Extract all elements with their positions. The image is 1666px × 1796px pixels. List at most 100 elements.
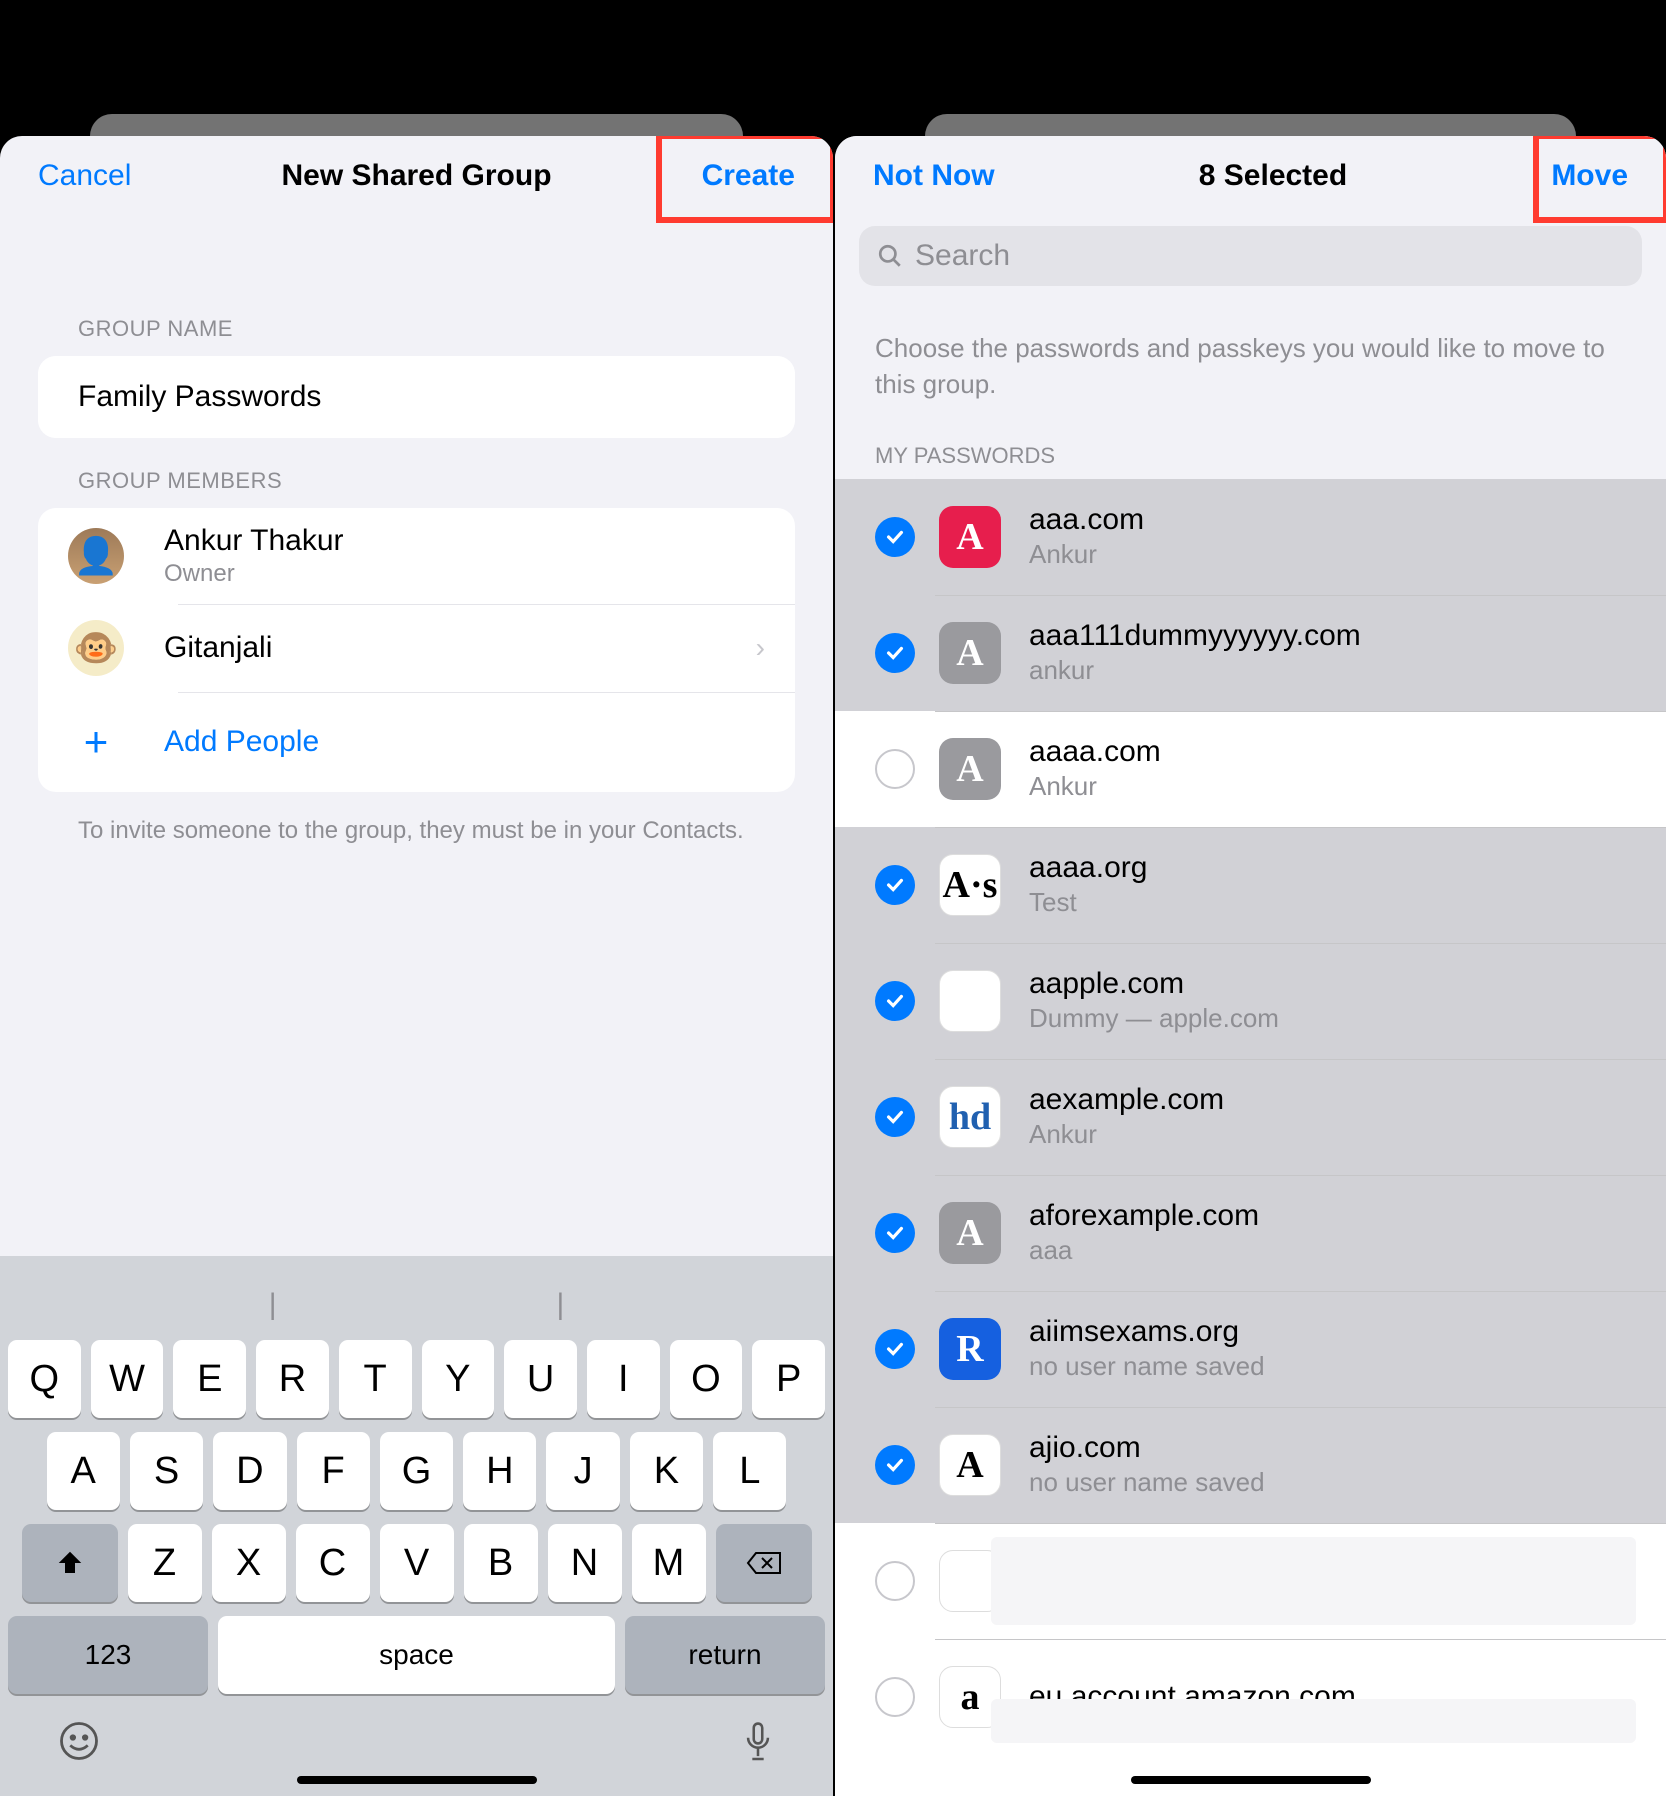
key-o[interactable]: O — [670, 1340, 743, 1418]
key-p[interactable]: P — [752, 1340, 825, 1418]
password-row[interactable]: Raiimsexams.orgno user name saved — [835, 1291, 1666, 1407]
password-row[interactable]: Aaforexample.comaaa — [835, 1175, 1666, 1291]
site-name: aexample.com — [1029, 1083, 1224, 1117]
group-members-label: GROUP MEMBERS — [78, 468, 833, 494]
username: Ankur — [1029, 771, 1161, 802]
passwords-list: Aaaa.comAnkurAaaa111dummyyyyyy.comankurA… — [835, 479, 1666, 1755]
search-field[interactable]: Search — [859, 226, 1642, 286]
key-q[interactable]: Q — [8, 1340, 81, 1418]
password-row[interactable] — [835, 1523, 1666, 1639]
key-n[interactable]: N — [548, 1524, 622, 1602]
site-icon: hd — [939, 1086, 1001, 1148]
dictation-key[interactable] — [741, 1720, 775, 1774]
password-row[interactable]: Aajio.comno user name saved — [835, 1407, 1666, 1523]
right-phone: Not Now 8 Selected Move Search Choose th… — [833, 0, 1666, 1796]
member-row[interactable]: 👤Ankur ThakurOwner — [38, 508, 795, 604]
password-row[interactable]: aapple.comDummy — apple.com — [835, 943, 1666, 1059]
site-icon: A — [939, 1434, 1001, 1496]
key-m[interactable]: M — [632, 1524, 706, 1602]
selection-checkbox[interactable] — [875, 865, 915, 905]
password-row[interactable]: Aaaa111dummyyyyyy.comankur — [835, 595, 1666, 711]
selection-checkbox[interactable] — [875, 981, 915, 1021]
key-x[interactable]: X — [212, 1524, 286, 1602]
add-people-label: Add People — [164, 725, 319, 759]
password-text: aaaa.comAnkur — [1029, 735, 1161, 802]
password-row[interactable]: Aaaa.comAnkur — [835, 479, 1666, 595]
space-key[interactable]: space — [218, 1616, 615, 1694]
backspace-key[interactable] — [716, 1524, 812, 1602]
plus-icon: + — [68, 718, 124, 766]
password-text: aapple.comDummy — apple.com — [1029, 967, 1279, 1034]
member-avatar: 🐵 — [68, 620, 124, 676]
selection-checkbox[interactable] — [875, 1213, 915, 1253]
check-icon — [884, 990, 906, 1012]
key-b[interactable]: B — [464, 1524, 538, 1602]
kb-row-bottom: 123 space return — [8, 1616, 825, 1694]
key-f[interactable]: F — [297, 1432, 370, 1510]
key-z[interactable]: Z — [128, 1524, 202, 1602]
selection-checkbox[interactable] — [875, 1561, 915, 1601]
key-i[interactable]: I — [587, 1340, 660, 1418]
password-text: aiimsexams.orgno user name saved — [1029, 1315, 1265, 1382]
not-now-button[interactable]: Not Now — [873, 159, 995, 193]
emoji-key[interactable] — [58, 1720, 100, 1774]
search-placeholder: Search — [915, 239, 1010, 273]
check-icon — [884, 642, 906, 664]
password-row[interactable]: aeu.account.amazon.com — [835, 1639, 1666, 1755]
check-icon — [884, 1338, 906, 1360]
password-row[interactable]: hdaexample.comAnkur — [835, 1059, 1666, 1175]
selection-checkbox[interactable] — [875, 517, 915, 557]
key-j[interactable]: J — [546, 1432, 619, 1510]
username: no user name saved — [1029, 1467, 1265, 1498]
key-h[interactable]: H — [463, 1432, 536, 1510]
key-y[interactable]: Y — [422, 1340, 495, 1418]
member-text: Gitanjali — [164, 631, 756, 665]
check-icon — [884, 1222, 906, 1244]
member-name: Ankur Thakur — [164, 524, 765, 558]
backspace-icon — [746, 1549, 782, 1577]
key-t[interactable]: T — [339, 1340, 412, 1418]
my-passwords-header: MY PASSWORDS — [835, 443, 1666, 479]
selection-checkbox[interactable] — [875, 1677, 915, 1717]
selection-checkbox[interactable] — [875, 749, 915, 789]
key-c[interactable]: C — [296, 1524, 370, 1602]
key-u[interactable]: U — [504, 1340, 577, 1418]
key-k[interactable]: K — [630, 1432, 703, 1510]
return-key[interactable]: return — [625, 1616, 825, 1694]
key-e[interactable]: E — [173, 1340, 246, 1418]
key-s[interactable]: S — [130, 1432, 203, 1510]
selection-checkbox[interactable] — [875, 633, 915, 673]
move-instruction: Choose the passwords and passkeys you wo… — [835, 300, 1666, 443]
selection-checkbox[interactable] — [875, 1329, 915, 1369]
key-a[interactable]: A — [47, 1432, 120, 1510]
key-r[interactable]: R — [256, 1340, 329, 1418]
site-name: aapple.com — [1029, 967, 1279, 1001]
password-row[interactable]: Aaaaa.comAnkur — [835, 711, 1666, 827]
shift-key[interactable] — [22, 1524, 118, 1602]
password-row[interactable]: A·saaaa.orgTest — [835, 827, 1666, 943]
check-icon — [884, 1106, 906, 1128]
site-icon: A — [939, 1202, 1001, 1264]
site-icon — [939, 970, 1001, 1032]
key-w[interactable]: W — [91, 1340, 164, 1418]
key-v[interactable]: V — [380, 1524, 454, 1602]
sheet-background-peek — [925, 114, 1576, 138]
member-row[interactable]: 🐵Gitanjali› — [38, 604, 795, 692]
site-icon: A — [939, 506, 1001, 568]
key-l[interactable]: L — [713, 1432, 786, 1510]
add-people-button[interactable]: + Add People — [38, 692, 795, 792]
kb-row-3: ZXCVBNM — [8, 1524, 825, 1602]
selection-checkbox[interactable] — [875, 1097, 915, 1137]
selection-checkbox[interactable] — [875, 1445, 915, 1485]
key-d[interactable]: D — [213, 1432, 286, 1510]
selected-count-title: 8 Selected — [1199, 159, 1347, 193]
group-name-input[interactable] — [38, 356, 795, 438]
keyboard-candidates: || — [8, 1270, 825, 1340]
home-indicator — [1131, 1776, 1371, 1784]
numbers-key[interactable]: 123 — [8, 1616, 208, 1694]
cancel-button[interactable]: Cancel — [38, 159, 131, 193]
username: no user name saved — [1029, 1351, 1265, 1382]
left-phone: Cancel New Shared Group Create GROUP NAM… — [0, 0, 833, 1796]
site-name: aaa.com — [1029, 503, 1144, 537]
key-g[interactable]: G — [380, 1432, 453, 1510]
